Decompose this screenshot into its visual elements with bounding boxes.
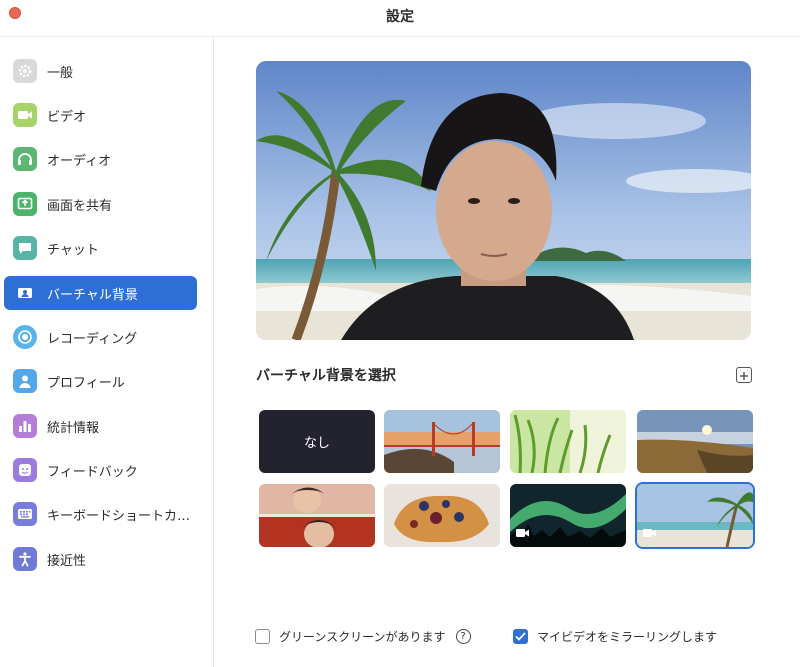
sidebar-item-label: オーディオ	[47, 153, 112, 169]
sidebar-item-label: プロフィール	[47, 375, 125, 391]
sidebar-item-chat[interactable]: チャット	[4, 231, 197, 265]
background-thumb-golden-gate[interactable]	[384, 410, 500, 473]
sidebar-item-virtual-background[interactable]: バーチャル背景	[4, 276, 197, 310]
help-icon[interactable]: ?	[455, 629, 471, 644]
virtual-background-panel: バーチャル背景を選択 なし グリーンスクリーンがあります ? マイビデオをミラー…	[215, 37, 800, 667]
sidebar-item-label: バーチャル背景	[47, 287, 138, 303]
video-camera-icon	[643, 523, 657, 542]
sidebar-item-feedback[interactable]: フィードバック	[4, 453, 197, 487]
sidebar-item-profile[interactable]: プロフィール	[4, 364, 197, 398]
person-icon	[13, 369, 37, 393]
window-title: 設定	[386, 9, 414, 25]
background-thumb-photos[interactable]	[259, 484, 375, 547]
sidebar-item-label: 一般	[47, 65, 74, 81]
person-card-icon	[13, 281, 37, 305]
gear-icon	[13, 59, 37, 83]
mirror-video-option[interactable]: マイビデオをミラーリングします	[513, 628, 717, 645]
sidebar-item-recording[interactable]: レコーディング	[4, 320, 197, 354]
sidebar-item-label: ビデオ	[47, 109, 87, 125]
green-screen-label: グリーンスクリーンがあります	[279, 630, 446, 644]
bar-chart-icon	[13, 414, 37, 438]
mirror-video-label: マイビデオをミラーリングします	[537, 630, 718, 644]
sidebar-item-label: 接近性	[47, 553, 87, 569]
video-camera-icon	[13, 103, 37, 127]
sidebar-item-accessibility[interactable]: 接近性	[4, 542, 197, 576]
green-screen-option[interactable]: グリーンスクリーンがあります ?	[255, 628, 471, 645]
sidebar-item-keyboard-shortcuts[interactable]: キーボードショートカ…	[4, 497, 197, 531]
sidebar-item-statistics[interactable]: 統計情報	[4, 409, 197, 443]
smiley-icon	[13, 458, 37, 482]
green-screen-checkbox[interactable]	[255, 629, 270, 644]
plus-icon	[739, 366, 749, 385]
background-thumb-coast[interactable]	[637, 410, 753, 473]
background-thumb-aurora[interactable]	[510, 484, 626, 547]
sidebar-item-general[interactable]: 一般	[4, 54, 197, 88]
sidebar-item-label: 画面を共有	[47, 198, 113, 214]
none-label: なし	[303, 436, 330, 451]
background-thumb-beach[interactable]	[637, 484, 753, 547]
background-thumb-grass[interactable]	[510, 410, 626, 473]
sidebar-item-video[interactable]: ビデオ	[4, 98, 197, 132]
background-thumb-pastry[interactable]	[384, 484, 500, 547]
sidebar-item-label: チャット	[47, 242, 99, 258]
title-bar: 設定	[0, 0, 800, 30]
keyboard-icon	[13, 502, 37, 526]
video-preview	[256, 61, 751, 340]
mirror-video-checkbox[interactable]	[513, 629, 528, 644]
accessibility-icon	[13, 547, 37, 571]
checkmark-icon	[515, 632, 526, 641]
sidebar-item-share-screen[interactable]: 画面を共有	[4, 187, 197, 221]
sidebar-item-label: 統計情報	[47, 420, 100, 436]
sidebar-item-label: キーボードショートカ…	[47, 508, 191, 524]
settings-sidebar: 一般 ビデオ オーディオ 画面を共有 チャット バーチャル背景 レコーディング …	[0, 37, 214, 667]
section-title: バーチャル背景を選択	[256, 368, 396, 384]
sidebar-item-audio[interactable]: オーディオ	[4, 142, 197, 176]
chat-bubble-icon	[13, 236, 37, 260]
video-camera-icon	[516, 523, 530, 542]
sidebar-item-label: レコーディング	[47, 331, 138, 347]
record-icon	[13, 325, 37, 349]
add-background-button[interactable]	[736, 367, 752, 383]
sidebar-item-label: フィードバック	[47, 464, 138, 480]
headphones-icon	[13, 147, 37, 171]
share-screen-icon	[13, 192, 37, 216]
background-thumb-none[interactable]: なし	[259, 410, 375, 473]
